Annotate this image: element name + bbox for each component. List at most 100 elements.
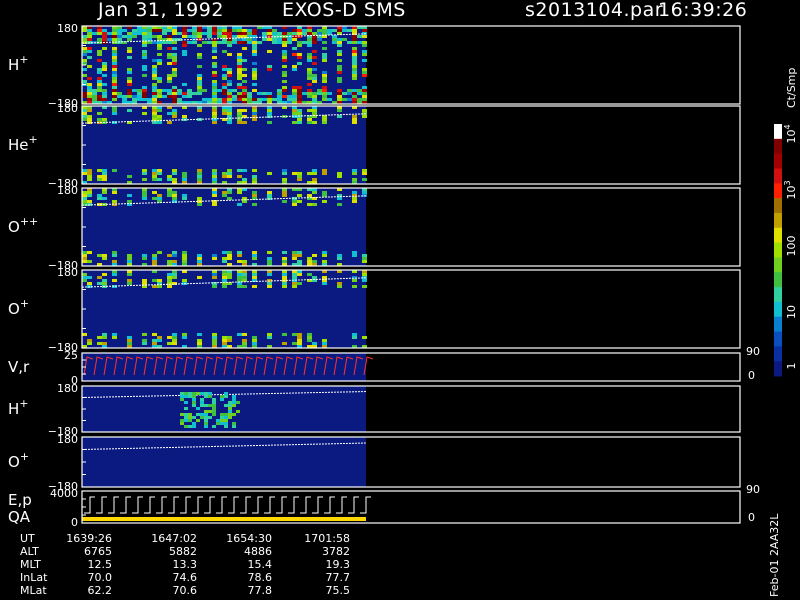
spectrogram-cell (112, 98, 117, 101)
energy-trace (324, 496, 335, 514)
spectrogram-cell (302, 32, 307, 35)
spectrogram-cell (112, 260, 117, 263)
spectrogram-cell (142, 95, 147, 98)
spectrogram-cell (297, 260, 302, 263)
spectrogram-cell (192, 416, 196, 419)
spectrogram-cell (172, 342, 177, 345)
spectrogram-cell (252, 41, 257, 44)
spectrogram-cell (342, 92, 347, 95)
spectrogram-cell (142, 279, 147, 282)
spectrogram-cell (216, 422, 220, 425)
spectrogram-cell (172, 47, 177, 50)
spectrogram-cell (82, 112, 87, 115)
panel-label: H+ (8, 53, 29, 74)
colorbar: 1 10 100 103 104 (774, 124, 798, 377)
spectrogram-cell (142, 56, 147, 59)
spectrogram-cell (292, 172, 297, 175)
spectrogram-cell (182, 35, 187, 38)
spectrogram-cell (287, 95, 292, 98)
spectrogram-cell (92, 32, 97, 35)
spectrogram-cell (337, 38, 342, 41)
spectrogram-cell (87, 339, 92, 342)
spectrogram-cell (182, 115, 187, 118)
spectrogram-cell (267, 65, 272, 68)
spectrogram-cell (197, 175, 202, 178)
spectrogram-cell (317, 38, 322, 41)
spectrogram-cell (172, 59, 177, 62)
spectrogram-cell (282, 257, 287, 260)
spectrogram-cell (112, 32, 117, 35)
spectrogram-cell (352, 77, 357, 80)
spectrogram-cell (322, 118, 327, 121)
spectrogram-cell (222, 32, 227, 35)
energy-trace (108, 496, 119, 514)
spectrogram-cell (362, 254, 367, 257)
spectrogram-cell (152, 254, 157, 257)
spectrogram-cell (182, 95, 187, 98)
spectrogram-cell (102, 74, 107, 77)
spectrogram-cell (292, 342, 297, 345)
spectrogram-cell (242, 98, 247, 101)
spectrogram-cell (362, 86, 367, 89)
spectrogram-cell (180, 392, 184, 395)
spectrogram-cell (227, 92, 232, 95)
spectrogram-cell (127, 254, 132, 257)
spectrogram-cell (127, 282, 132, 285)
spectrogram-cell (157, 169, 162, 172)
spectrogram-cell (282, 200, 287, 203)
y-max-label: 180 (57, 22, 78, 35)
spectrogram-cell (216, 419, 220, 422)
ephemeris-value: 70.6 (173, 584, 198, 597)
spectrogram-cell (127, 71, 132, 74)
spectrogram-cell (312, 254, 317, 257)
spectrogram-cell (362, 50, 367, 53)
spectrogram-cell (112, 68, 117, 71)
spectrogram-cell (237, 53, 242, 56)
spectrogram-cell (177, 98, 182, 101)
energy-trace (228, 496, 239, 514)
spectrogram-cell (297, 200, 302, 203)
spectrogram-cell (282, 56, 287, 59)
panel-label: O+ (8, 450, 29, 471)
spectrogram-cell (212, 44, 217, 47)
spectrogram-cell (227, 98, 232, 101)
spectrogram-cell (292, 112, 297, 115)
spectrogram-cell (127, 32, 132, 35)
spectrogram-cell (207, 98, 212, 101)
spectrogram-cell (252, 203, 257, 206)
spectrogram-cell (212, 92, 217, 95)
spectrogram-cell (322, 254, 327, 257)
spectrogram-cell (347, 98, 352, 101)
spectrogram-cell (197, 77, 202, 80)
spectrogram-cell (112, 83, 117, 86)
ephemeris-value: 74.6 (173, 571, 198, 584)
spectrogram-cell (184, 413, 188, 416)
spectrogram-cell (252, 77, 257, 80)
spectrogram-cell (222, 336, 227, 339)
spectrogram-cell (302, 29, 307, 32)
spectrogram-cell (217, 32, 222, 35)
spectrogram-cell (212, 74, 217, 77)
spectrogram-cell (147, 35, 152, 38)
spectrogram-cell (102, 92, 107, 95)
energy-trace (252, 496, 263, 514)
spectrogram-cell (142, 65, 147, 68)
header-date: Jan 31, 1992 (97, 0, 224, 21)
spectrogram-cell (317, 89, 322, 92)
spectrogram-cell (212, 336, 217, 339)
energy-trace (240, 496, 251, 514)
spectrogram-cell (362, 71, 367, 74)
colorbar-swatch (774, 301, 782, 318)
spectrogram-cell (142, 257, 147, 260)
spectrogram-cell (196, 419, 200, 422)
spectrogram-cell (362, 257, 367, 260)
spectrogram-cell (222, 191, 227, 194)
spectrogram-cell (297, 44, 302, 47)
spectrogram-cell (112, 80, 117, 83)
spectrogram-cell (167, 95, 172, 98)
spectrogram-cell (157, 339, 162, 342)
spectrogram-cell (282, 95, 287, 98)
spectrogram-cell (102, 254, 107, 257)
spectrogram-cell (182, 53, 187, 56)
spectrogram-cell (297, 62, 302, 65)
